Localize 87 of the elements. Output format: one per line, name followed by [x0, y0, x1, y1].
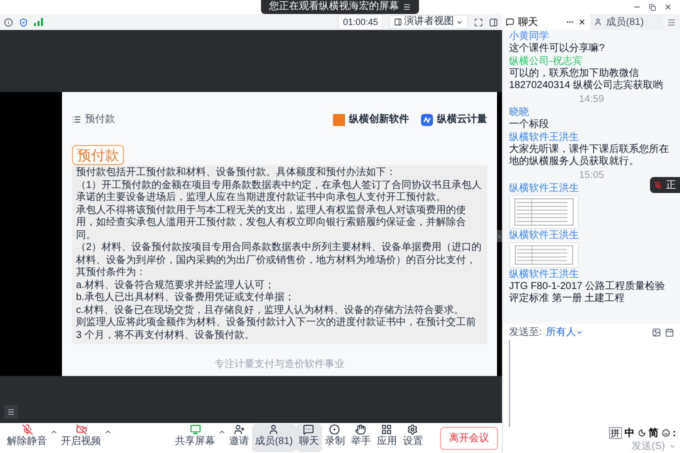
- slide-paragraph: c.材料、设备已在现场交货，且存储良好，监理人认为材料、设备的存储方法符合要求。: [76, 304, 465, 316]
- caret-icon[interactable]: [50, 428, 58, 436]
- sender-name: 晓晓: [509, 107, 529, 118]
- monitor-icon: [190, 424, 200, 435]
- timestamp: 15:05: [578, 169, 604, 182]
- chevron-left-icon: [497, 234, 502, 238]
- slide-paragraph: 则监理人应将此项金额作为材料、设备预付款计入下一次的进度付款证书中，在预计交工前 3 个月，将不再支付材料、设备预付款。: [76, 317, 477, 342]
- toolbar-button[interactable]: 录制: [322, 424, 348, 452]
- slide-paragraph: 承包人不得将该预付款用于与本工程无关的支出，监理人有权监督承包人对该项费用的使用，如经查实承包人滥用开工预付款，发包人有权立即向银行索赔履约保证金，并解除合同。: [76, 204, 467, 242]
- menu-icon[interactable]: [403, 3, 411, 11]
- toolbar-button[interactable]: 设置: [400, 424, 426, 452]
- slide-paragraph: a.材料、设备符合规范要求并经监理人认可；: [76, 280, 276, 292]
- fullscreen-icon[interactable]: [474, 18, 483, 26]
- layout-icon: [394, 18, 402, 26]
- toolbar-button[interactable]: 共享屏幕: [172, 424, 218, 452]
- brand-name: 纵横创新软件: [349, 112, 409, 127]
- message-text: JTG F80-1-2017 公路工程质量检验评定标准 第一册 土建工程: [509, 281, 666, 305]
- person-icon: [268, 424, 280, 435]
- chat-bubble-icon: [506, 18, 514, 26]
- moon-icon[interactable]: [638, 429, 646, 437]
- slide-footer: 专注计量支付与造价软件事业: [214, 357, 344, 372]
- toolbar-button[interactable]: 举手: [348, 424, 374, 452]
- panel-tab[interactable]: 聊天: [502, 14, 590, 30]
- toolbar-button[interactable]: 应用: [374, 424, 400, 452]
- view-mode-dropdown[interactable]: 演讲者视图: [389, 15, 468, 29]
- toolbar-button[interactable]: 邀请: [226, 424, 252, 452]
- toolbar-button[interactable]: 解除静音: [4, 424, 50, 452]
- logo-icon: [333, 114, 345, 126]
- message-text: 一个标段: [509, 119, 550, 131]
- slide-title: 预付款: [72, 145, 124, 165]
- brand-name: 纵横云计量: [437, 112, 487, 127]
- image-icon[interactable]: [652, 328, 661, 336]
- message-text: 可以的，联系您加下助教微信18270240314 纵横公司志宾获取哟: [509, 68, 664, 92]
- info-icon[interactable]: [4, 18, 13, 26]
- calendar-icon[interactable]: [665, 328, 674, 336]
- collapse-handle[interactable]: [497, 230, 502, 242]
- sidebar-icon[interactable]: [489, 18, 498, 26]
- video-off-icon: [76, 424, 86, 435]
- chat-bubble-icon: [303, 424, 314, 435]
- leave-meeting-button[interactable]: 离开会议: [440, 426, 498, 450]
- sender-name: 纵横软件王洪生: [509, 183, 579, 195]
- slide-header: 预付款: [85, 113, 115, 127]
- toolbar-button[interactable]: 成员(81): [252, 424, 296, 452]
- timestamp: 14:59: [578, 93, 604, 106]
- message-text: 大家先听课，课件下课后联系您所在地的纵横服务人员获取就行。: [509, 144, 670, 168]
- floating-widget[interactable]: 正: [650, 177, 680, 193]
- slide-paragraph: b.承包人已出具材料、设备费用凭证或支付单据；: [76, 292, 296, 304]
- meeting-timer: 01:00:45: [338, 14, 383, 30]
- caret-icon[interactable]: [104, 428, 112, 436]
- person-icon: [594, 18, 602, 26]
- logo-icon: [421, 114, 433, 126]
- slide-paragraph: 预付款包括开工预付款和材料、设备预付款。具体额度和预付办法如下：: [76, 167, 397, 180]
- muted-microphone-icon: [654, 181, 662, 189]
- smiley-icon[interactable]: [662, 429, 670, 437]
- banner-text: 您正在观看纵横视海宏的屏幕: [269, 1, 399, 13]
- restore-icon[interactable]: [649, 4, 656, 10]
- grid-icon: [381, 424, 392, 435]
- ime-punctuation[interactable]: :: [672, 426, 676, 440]
- panel-tab[interactable]: 成员(81): [590, 14, 663, 30]
- signal-icon: [34, 18, 43, 26]
- recipient-dropdown[interactable]: 所有人: [546, 324, 583, 340]
- sender-name: 小黄同学: [509, 31, 549, 42]
- caret-icon[interactable]: [218, 428, 226, 436]
- list-icon: [7, 408, 15, 416]
- caret-icon: [576, 328, 583, 336]
- ime-mode[interactable]: 拼: [608, 427, 622, 439]
- document-thumbnail: [509, 195, 579, 229]
- sender-name: 纵横软件王洪生: [509, 269, 579, 281]
- muted-microphone-icon: [22, 424, 32, 435]
- ime-language[interactable]: 中: [624, 426, 635, 440]
- slide-paragraph: （1）开工预付款的金额在项目专用条款数据表中约定，在承包人签订了合同协议书且承包人承诺的主要设备进场后，监理人应在当期进度付款证书中向承包人支付开工预付款。: [76, 180, 483, 204]
- toolbar-button[interactable]: 聊天: [296, 424, 322, 452]
- close-icon[interactable]: [664, 3, 672, 11]
- document-icon: [72, 115, 81, 124]
- document-thumbnail: [509, 242, 579, 268]
- sender-name: 纵横软件王洪生: [509, 132, 579, 144]
- toolbar-button[interactable]: 开启视频: [58, 424, 104, 452]
- list-toggle[interactable]: [4, 405, 18, 419]
- close-icon[interactable]: [578, 18, 586, 26]
- ime-script[interactable]: 简: [648, 426, 659, 440]
- send-to-label: 发送至:: [509, 326, 542, 340]
- message-text: 这个课件可以分享嘛?: [509, 43, 606, 55]
- caret-icon: [456, 18, 463, 26]
- add-user-icon: [234, 424, 244, 435]
- sender-name: 纵横公司-祝志宾: [509, 56, 582, 68]
- shield-icon[interactable]: [19, 18, 28, 26]
- sender-name: 纵横软件王洪生: [509, 230, 579, 242]
